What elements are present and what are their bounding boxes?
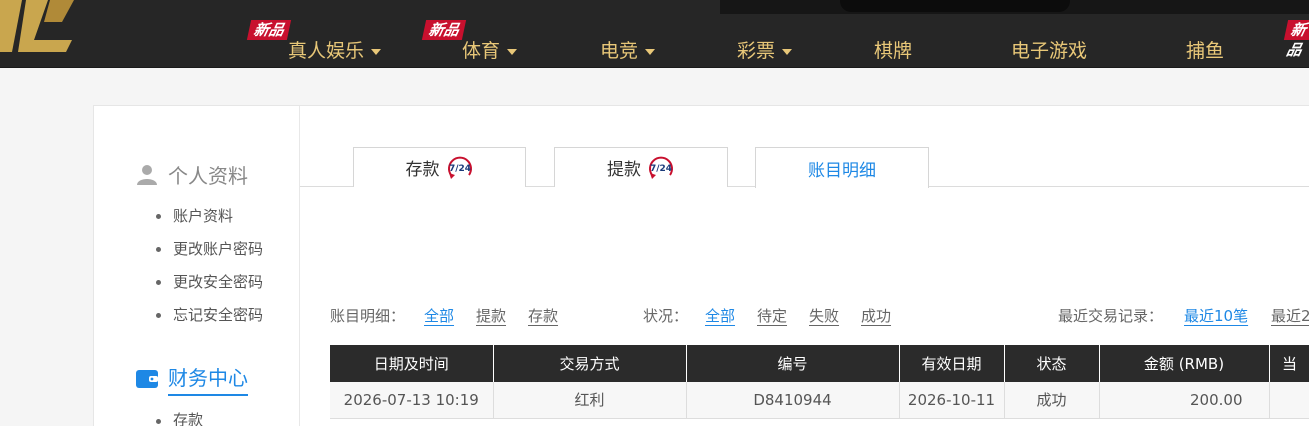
column-header[interactable]: 金额 (RMB)	[1099, 345, 1270, 382]
sidebar-item-forgot-security-password[interactable]: 忘记安全密码	[156, 303, 263, 336]
tab-deposit[interactable]: 存款 7/24	[353, 147, 526, 187]
column-header[interactable]: 交易方式	[493, 345, 687, 382]
filter-status-all[interactable]: 全部	[705, 305, 735, 326]
24-7-icon: 7/24	[649, 156, 673, 179]
column-header[interactable]: 状态	[1004, 345, 1100, 382]
chevron-down-icon	[782, 48, 793, 55]
svg-text:7/24: 7/24	[650, 164, 672, 174]
recent-filter-label: 最近交易记录：	[1058, 307, 1164, 325]
wallet-icon	[136, 370, 158, 388]
nav-item-esports[interactable]: 电竞	[600, 36, 656, 63]
account-panel: 个人资料 账户资料 更改账户密码 更改安全密码 忘记安全密码 财务中心 存款 存…	[93, 105, 1309, 426]
tab-withdraw[interactable]: 提款 7/24	[554, 147, 728, 187]
nav-item-slots[interactable]: 电子游戏	[1011, 36, 1087, 63]
cell-id: D8410944	[686, 382, 900, 419]
column-header[interactable]: 编号	[686, 345, 900, 382]
tab-account-details[interactable]: 账目明细	[755, 147, 929, 188]
svg-text:7/24: 7/24	[448, 164, 470, 174]
nav-label: 捕鱼	[1186, 40, 1225, 62]
cell-datetime: 2026-07-13 10:19	[330, 382, 494, 419]
chevron-down-icon	[507, 48, 518, 55]
filter-link[interactable]: 全部	[424, 307, 454, 325]
filter-link[interactable]: 最近10笔	[1184, 307, 1248, 325]
nav-item-lottery[interactable]: 彩票	[737, 36, 793, 63]
nav-label: 彩票	[737, 40, 776, 62]
table-header-row: 日期及时间 交易方式 编号 有效日期 状态 金额 (RMB) 当	[330, 345, 1309, 382]
user-icon	[137, 164, 157, 185]
status-filter-label: 状况：	[643, 307, 689, 325]
detail-filter-label: 账目明细：	[330, 307, 406, 325]
account-sidebar: 个人资料 账户资料 更改账户密码 更改安全密码 忘记安全密码 财务中心 存款	[94, 106, 300, 426]
filter-status-failed[interactable]: 失败	[809, 305, 839, 326]
cell-extra	[1269, 382, 1309, 419]
tab-label: 提款	[607, 160, 641, 180]
nav-item-chess-cards[interactable]: 棋牌	[874, 36, 912, 63]
24-7-icon: 7/24	[447, 156, 472, 179]
nav-label: 真人娱乐	[288, 40, 365, 62]
nav-item-live-casino[interactable]: 真人娱乐	[288, 36, 382, 63]
cell-valid-date: 2026-10-11	[899, 382, 1005, 419]
chevron-down-icon	[371, 48, 382, 55]
column-header[interactable]: 有效日期	[899, 345, 1005, 382]
filter-recent-2[interactable]: 最近2	[1271, 305, 1309, 326]
nav-label: 体育	[462, 40, 501, 62]
column-header[interactable]: 当	[1269, 345, 1309, 382]
tab-label: 存款	[405, 160, 440, 180]
transactions-table: 日期及时间 交易方式 编号 有效日期 状态 金额 (RMB) 当 2026-07…	[330, 345, 1309, 419]
finance-title: 财务中心	[168, 362, 248, 396]
profile-title: 个人资料	[168, 164, 248, 188]
cell-method: 红利	[493, 382, 687, 419]
nav-item-fishing[interactable]: 捕鱼	[1186, 36, 1224, 63]
filter-link[interactable]: 最近2	[1271, 307, 1309, 325]
chevron-down-icon	[645, 48, 656, 55]
main-nav: 新品 真人娱乐 新品 体育 电竞 彩票 棋牌 电子游戏 捕鱼 新品	[0, 0, 1309, 68]
sidebar-item-deposit[interactable]: 存款	[156, 409, 203, 426]
filter-link[interactable]: 待定	[757, 307, 787, 325]
filter-link[interactable]: 失败	[809, 307, 839, 325]
filter-status-pending[interactable]: 待定	[757, 305, 787, 326]
cell-status: 成功	[1004, 382, 1100, 419]
nav-label: 电子游戏	[1011, 40, 1088, 62]
profile-section-heading: 个人资料	[136, 160, 248, 189]
filter-link[interactable]: 成功	[861, 307, 891, 325]
filter-link[interactable]: 提款	[476, 307, 506, 325]
profile-menu: 账户资料 更改账户密码 更改安全密码 忘记安全密码	[156, 204, 263, 336]
filter-status-success[interactable]: 成功	[861, 305, 891, 326]
nav-label: 棋牌	[874, 40, 913, 62]
filter-bar: 账目明细： 全部 提款 存款 状况： 全部 待定 失败 成功 最近交易记录： 最…	[330, 305, 1309, 331]
sidebar-item-change-security-password[interactable]: 更改安全密码	[156, 270, 263, 303]
filter-detail-deposit[interactable]: 存款	[528, 305, 558, 326]
filter-detail-withdraw[interactable]: 提款	[476, 305, 506, 326]
nav-item-sports[interactable]: 体育	[462, 36, 518, 63]
column-header[interactable]: 日期及时间	[330, 345, 494, 382]
filter-link[interactable]: 全部	[705, 307, 735, 325]
filter-recent-10[interactable]: 最近10笔	[1184, 305, 1248, 326]
filter-link[interactable]: 存款	[528, 307, 558, 325]
filter-detail-all[interactable]: 全部	[424, 305, 454, 326]
finance-section-heading[interactable]: 财务中心	[136, 362, 248, 396]
cell-amount: 200.00	[1099, 382, 1270, 419]
nav-label: 电竞	[600, 40, 639, 62]
sidebar-item-account-info[interactable]: 账户资料	[156, 204, 263, 237]
sidebar-item-change-password[interactable]: 更改账户密码	[156, 237, 263, 270]
table-row[interactable]: 2026-07-13 10:19 红利 D8410944 2026-10-11 …	[330, 382, 1309, 419]
new-badge: 新品	[246, 20, 292, 40]
new-badge: 新品	[421, 20, 467, 40]
new-badge: 新品	[1283, 20, 1309, 59]
top-navigation-bar: 新品 真人娱乐 新品 体育 电竞 彩票 棋牌 电子游戏 捕鱼 新品	[0, 0, 1309, 68]
tab-label: 账目明细	[808, 160, 876, 181]
